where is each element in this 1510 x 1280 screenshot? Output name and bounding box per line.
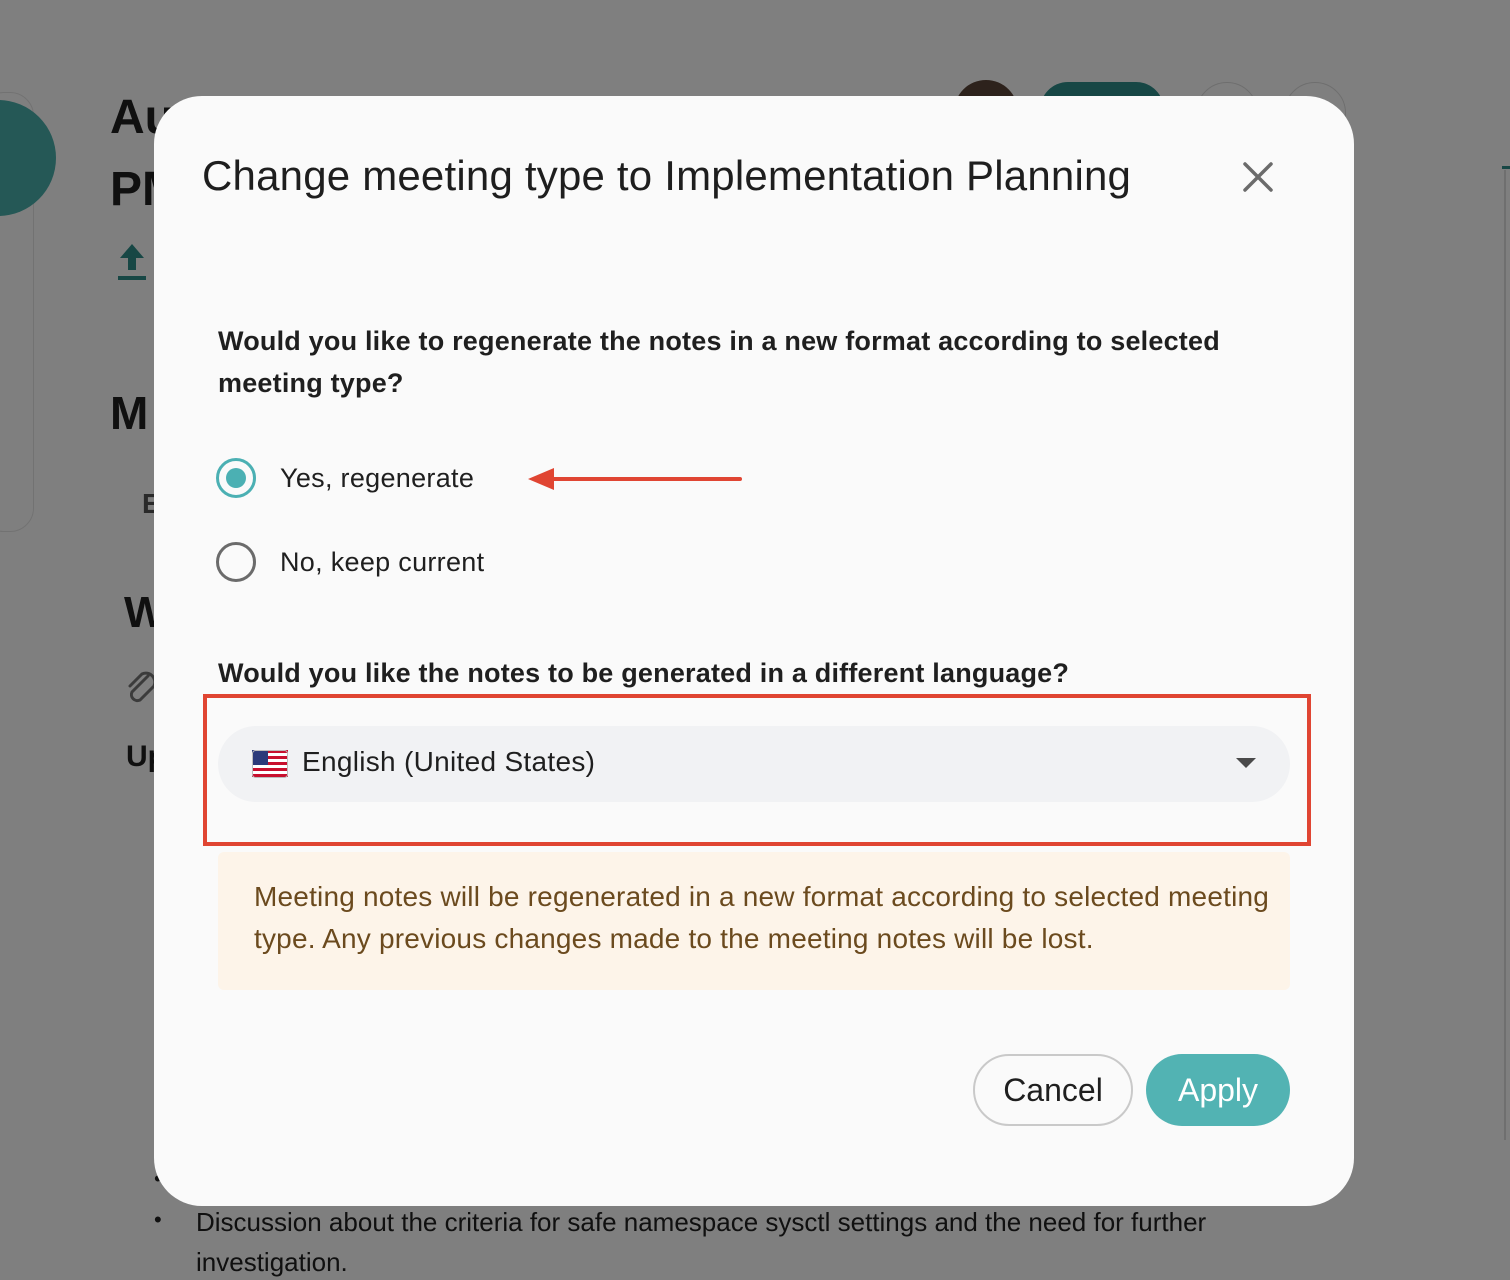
close-button[interactable] bbox=[1232, 154, 1284, 200]
radio-no-keep-current[interactable]: No, keep current bbox=[216, 540, 484, 584]
close-icon bbox=[1243, 162, 1273, 192]
regenerate-question: Would you like to regenerate the notes i… bbox=[218, 326, 1220, 398]
change-meeting-type-dialog: Change meeting type to Implementation Pl… bbox=[154, 96, 1354, 1206]
apply-button[interactable]: Apply bbox=[1146, 1054, 1290, 1126]
cancel-button[interactable]: Cancel bbox=[973, 1054, 1133, 1126]
radio-label: No, keep current bbox=[280, 546, 485, 577]
warning-text: Meeting notes will be regenerated in a n… bbox=[254, 881, 1270, 954]
warning-banner: Meeting notes will be regenerated in a n… bbox=[218, 852, 1290, 990]
radio-button-checked[interactable] bbox=[216, 458, 256, 498]
annotation-arrow bbox=[528, 468, 742, 490]
radio-button[interactable] bbox=[216, 542, 256, 582]
us-flag-icon bbox=[252, 750, 288, 778]
radio-label: Yes, regenerate bbox=[280, 462, 475, 493]
selected-language: English (United States) bbox=[302, 746, 596, 777]
radio-yes-regenerate[interactable]: Yes, regenerate bbox=[216, 456, 474, 500]
chevron-down-icon bbox=[1236, 758, 1256, 768]
language-question: Would you like the notes to be generated… bbox=[218, 658, 1070, 688]
dialog-title: Change meeting type to Implementation Pl… bbox=[202, 152, 1132, 199]
language-select[interactable]: English (United States) bbox=[218, 726, 1290, 802]
